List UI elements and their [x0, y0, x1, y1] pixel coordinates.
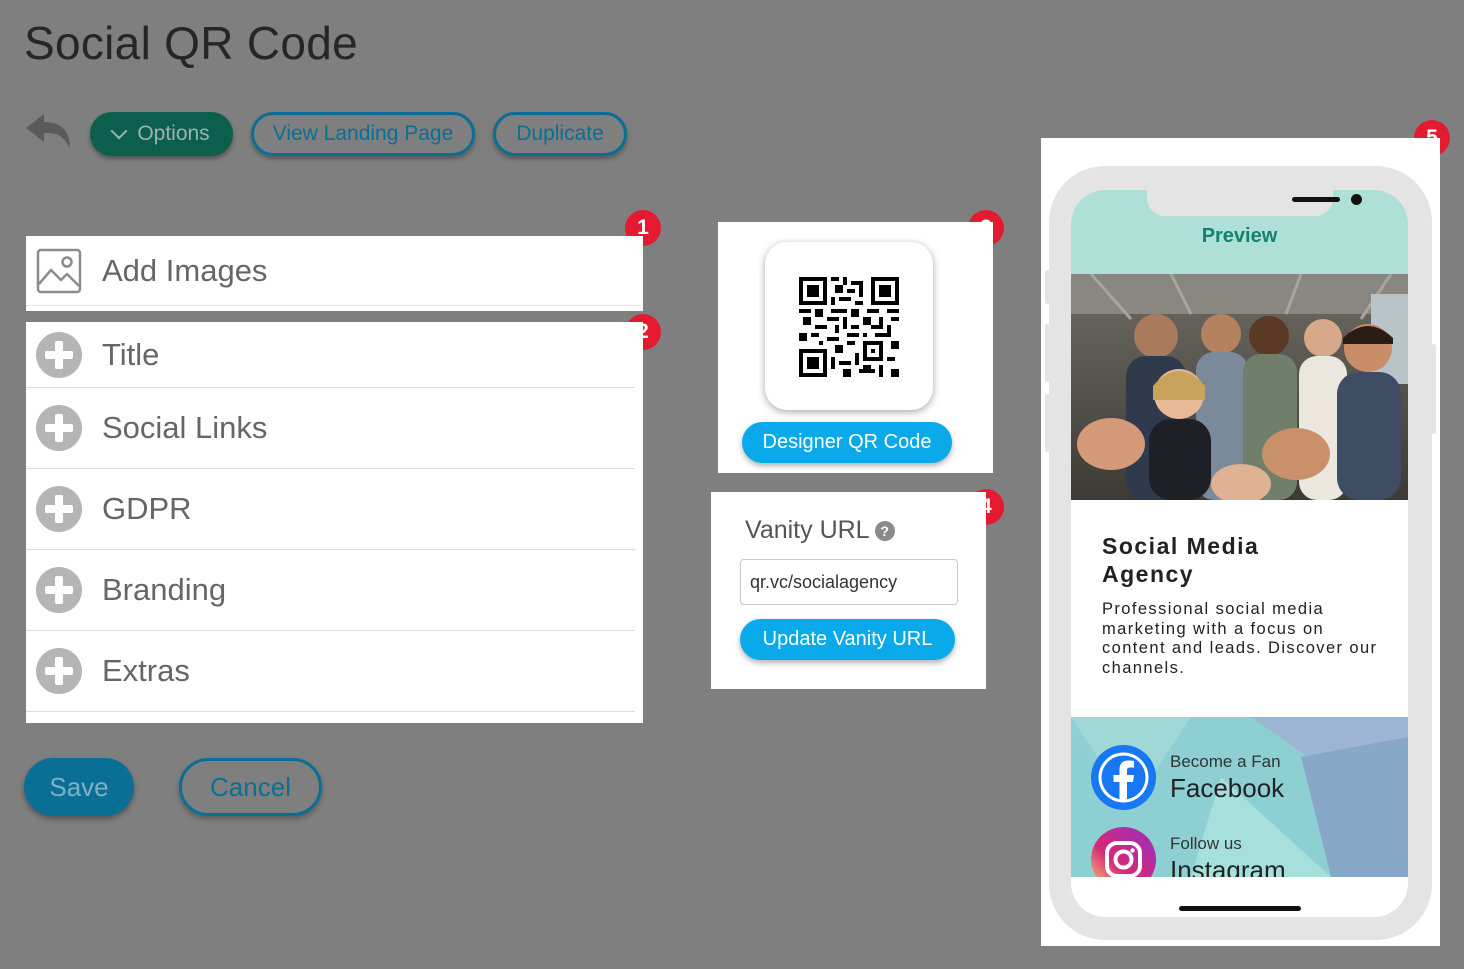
phone-screen: Preview Social Media Agency Professional… — [1071, 190, 1408, 917]
qr-code-card[interactable] — [765, 242, 933, 410]
phone-button — [1045, 324, 1050, 382]
social-links-area: Become a Fan Facebook Follow us Instagra… — [1071, 717, 1408, 877]
cancel-button[interactable]: Cancel — [179, 758, 322, 816]
agency-description: Professional social media marketing with… — [1102, 600, 1378, 677]
section-title[interactable]: Title — [26, 322, 635, 388]
social-link-instagram[interactable]: Follow us Instagram — [1091, 827, 1286, 877]
social-link-facebook[interactable]: Become a Fan Facebook — [1091, 745, 1284, 810]
social-small-label: Follow us — [1170, 833, 1242, 853]
sections-panel: Title Social Links GDPR Branding Extras — [26, 322, 643, 723]
phone-notch — [1147, 190, 1362, 216]
options-button[interactable]: Options — [90, 112, 233, 156]
phone-mockup: Preview Social Media Agency Professional… — [1045, 166, 1436, 940]
agency-name: Social Media Agency — [1102, 533, 1260, 587]
page-title: Social QR Code — [24, 17, 359, 69]
view-landing-page-button[interactable]: View Landing Page — [251, 112, 475, 156]
duplicate-button[interactable]: Duplicate — [493, 112, 627, 156]
plus-circle-icon — [36, 648, 82, 694]
team-photo — [1071, 274, 1408, 500]
speaker-icon — [1292, 197, 1340, 202]
section-label: Branding — [102, 572, 227, 607]
social-small-label: Become a Fan — [1170, 751, 1281, 771]
qr-code-panel: Designer QR Code — [718, 222, 993, 473]
section-label: GDPR — [102, 491, 192, 526]
section-extras[interactable]: Extras — [26, 631, 635, 712]
undo-icon[interactable] — [24, 110, 76, 154]
section-label: Extras — [102, 653, 190, 688]
preview-panel: Preview Social Media Agency Professional… — [1041, 138, 1440, 946]
facebook-icon — [1091, 745, 1156, 810]
plus-circle-icon — [36, 405, 82, 451]
options-label: Options — [137, 122, 210, 145]
plus-circle-icon — [36, 331, 82, 378]
designer-qr-code-button[interactable]: Designer QR Code — [742, 422, 952, 463]
social-name: Instagram — [1170, 854, 1286, 878]
plus-circle-icon — [36, 486, 82, 532]
phone-button — [1045, 394, 1050, 452]
phone-button — [1431, 344, 1436, 434]
section-label: Social Links — [102, 410, 268, 445]
vanity-url-heading: Vanity URL ? — [745, 516, 895, 545]
social-link-text: Become a Fan Facebook — [1170, 752, 1284, 804]
preview-title: Preview — [1201, 225, 1278, 247]
vanity-url-input[interactable] — [740, 559, 958, 605]
social-link-text: Follow us Instagram — [1170, 834, 1286, 878]
image-icon — [36, 248, 82, 293]
help-icon[interactable]: ? — [874, 520, 895, 541]
save-button[interactable]: Save — [24, 758, 134, 816]
add-images-row[interactable]: Add Images — [26, 236, 641, 306]
images-panel: Add Images — [26, 236, 643, 311]
section-branding[interactable]: Branding — [26, 550, 635, 631]
agency-info: Social Media Agency Professional social … — [1102, 532, 1382, 678]
camera-icon — [1351, 194, 1362, 205]
social-name: Facebook — [1170, 772, 1285, 803]
home-indicator — [1179, 906, 1301, 911]
qr-code-image — [799, 277, 899, 377]
toolbar: Options View Landing Page Duplicate — [24, 108, 664, 160]
section-gdpr[interactable]: GDPR — [26, 469, 635, 550]
section-social-links[interactable]: Social Links — [26, 388, 635, 469]
chevron-down-icon — [110, 122, 128, 140]
instagram-icon — [1091, 827, 1156, 877]
section-label: Title — [102, 336, 160, 372]
plus-circle-icon — [36, 567, 82, 613]
vanity-url-label: Vanity URL — [745, 516, 870, 544]
add-images-label: Add Images — [102, 252, 268, 288]
vanity-url-panel: Vanity URL ? Update Vanity URL — [711, 492, 986, 689]
phone-button — [1045, 270, 1050, 304]
update-vanity-url-button[interactable]: Update Vanity URL — [740, 619, 955, 660]
